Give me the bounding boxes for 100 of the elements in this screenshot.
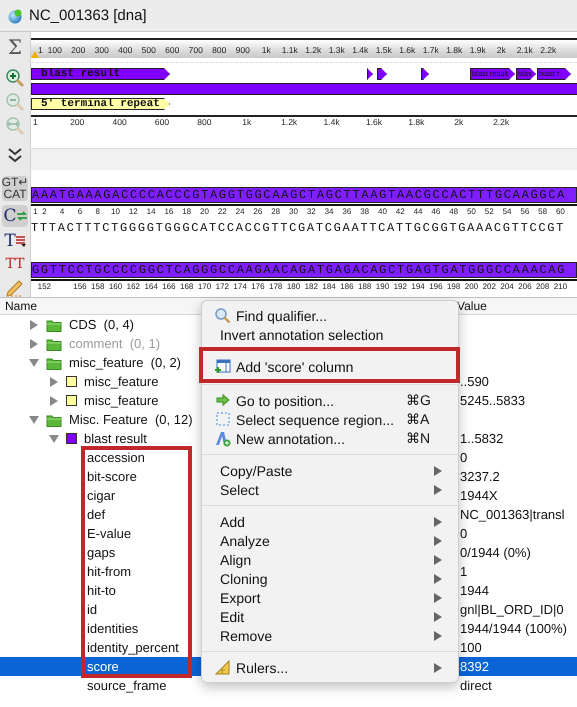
qualifier-name: identity_percent <box>87 640 179 655</box>
position-label: 52 <box>484 206 495 218</box>
qualifier-name: source_frame <box>87 678 166 693</box>
ruler-label: 1.7k <box>422 45 440 55</box>
ruler-label: 300 <box>94 45 110 55</box>
annotation-label: blast result <box>84 431 147 446</box>
ruler-label: 400 <box>117 45 134 55</box>
shortcut-label: ⌘N <box>406 430 432 447</box>
ruler-label: 1 <box>38 45 43 55</box>
ruler-label: 1.5k <box>374 45 393 55</box>
qualifier-name: identities <box>87 621 138 636</box>
ruler-label: 1.3k <box>328 45 346 55</box>
position-label: 4 <box>58 206 66 218</box>
position-label: 6 <box>76 206 84 218</box>
group-count: (0, 4) <box>104 317 134 332</box>
position-label: 48 <box>448 206 460 218</box>
ruler-label: 1k <box>260 45 272 55</box>
position-label: 58 <box>537 206 548 218</box>
position-label: 26 <box>252 206 264 218</box>
position-label: 16 <box>163 206 174 218</box>
ruler-label: 2k <box>496 45 507 55</box>
ruler-label: 600 <box>164 45 180 55</box>
position-label: 56 <box>519 206 530 218</box>
position-label: 46 <box>430 206 442 218</box>
qualifier-name: accession <box>87 450 145 465</box>
value-cell-text: 1944/1944 (100%) <box>460 621 568 636</box>
value-cell-text: ..590 <box>460 374 490 389</box>
position-label: 24 <box>234 206 246 218</box>
ruler-label: 1.4k <box>322 117 341 127</box>
ruler-label: 700 <box>188 45 204 55</box>
value-cell-text: 5245..5833 <box>460 393 526 408</box>
value-cell-text: direct <box>460 678 493 693</box>
position-label: 188 <box>357 281 372 293</box>
ruler-label: 2.2k <box>492 117 510 127</box>
position-label: 198 <box>446 281 462 293</box>
position-label: 12 <box>128 206 139 218</box>
value-cell-text: 1..5832 <box>460 431 504 446</box>
position-label: 192 <box>392 281 408 293</box>
position-label: 180 <box>286 281 302 293</box>
sequence-strand: AAATGAAAGACCCCACCCGTAGGTGGCAAGCTAGCTTAAGTAACGCCACTTTGCAAGGCA <box>31 187 577 203</box>
position-label: 210 <box>552 281 568 293</box>
position-label: 196 <box>428 281 444 293</box>
ruler-label: 1.8k <box>445 45 464 55</box>
ruler-label: 1.8k <box>407 117 426 127</box>
value-cell-text: 0 <box>460 450 468 465</box>
group-count: (0, 12) <box>154 412 193 427</box>
position-label: 28 <box>270 206 282 218</box>
value-cell-text: 0 <box>460 526 468 541</box>
ruler-label: 1k <box>241 117 252 127</box>
position-label: 204 <box>499 281 515 293</box>
position-label: 20 <box>199 206 210 218</box>
group-label: CDS <box>69 317 98 332</box>
position-label: 60 <box>554 206 566 218</box>
qualifier-name: hit-to <box>87 583 116 598</box>
position-label: 158 <box>90 281 106 293</box>
position-label: 182 <box>304 281 319 293</box>
ruler-label: 1.1k <box>280 45 299 55</box>
position-label: 40 <box>377 206 388 218</box>
position-label: 186 <box>339 281 355 293</box>
shortcut-label: ⌘G <box>406 392 432 409</box>
position-label: 194 <box>410 281 426 293</box>
position-label: 156 <box>72 281 88 293</box>
group-label: misc_feature <box>69 355 144 370</box>
sequence-strand: GGTTCCTGCCCCGGCTCAGGGCCAAGAACAGATGAGACAGCTGAGTGATGGGCCAAACAG <box>31 262 577 278</box>
ruler-label: 500 <box>140 45 157 55</box>
position-label: 178 <box>268 281 284 293</box>
ruler-label: 900 <box>234 45 251 55</box>
position-label: 18 <box>181 206 192 218</box>
ruler-label: 1 <box>32 117 39 127</box>
position-label: 190 <box>374 281 390 293</box>
qualifier-name: hit-from <box>87 564 132 579</box>
qualifier-name: E-value <box>87 526 132 541</box>
position-label: 50 <box>466 206 477 218</box>
position-label: 206 <box>517 281 533 293</box>
ruler-label: 1.2k <box>304 45 322 55</box>
ruler-label: 1.9k <box>468 45 487 55</box>
value-cell-text: 1 <box>460 564 468 579</box>
position-label: 10 <box>110 206 121 218</box>
position-label: 152 <box>36 281 52 293</box>
ruler-label: 2.1k <box>516 45 534 55</box>
position-label: 170 <box>196 281 212 293</box>
position-label: 44 <box>412 206 424 218</box>
window-title: NC_001363 [dna] <box>29 7 147 24</box>
ruler-label: 100 <box>46 45 63 55</box>
ruler-label: 400 <box>111 117 128 127</box>
ruler-label: 1.6k <box>364 117 383 127</box>
position-label: 30 <box>288 206 299 218</box>
ruler-label: 200 <box>69 117 86 127</box>
position-label: 208 <box>534 281 550 293</box>
qualifier-name: score <box>87 659 119 674</box>
ruler-label: 2k <box>453 117 464 127</box>
annotation-label: misc_feature <box>84 393 158 408</box>
complement-strand: TTTACTTTCTGGGGTGGGCATCCACCGTTCGATCGAATTCATTGCGGTGAAACGTTCCGT <box>31 221 566 236</box>
position-label: 202 <box>482 281 497 293</box>
group-count: (0, 2) <box>150 355 181 370</box>
ruler-label: 200 <box>70 45 86 55</box>
value-cell-text: 100 <box>460 640 483 655</box>
ruler-label: 800 <box>211 45 228 55</box>
position-label: 184 <box>321 281 337 293</box>
position-label: 176 <box>250 281 266 293</box>
